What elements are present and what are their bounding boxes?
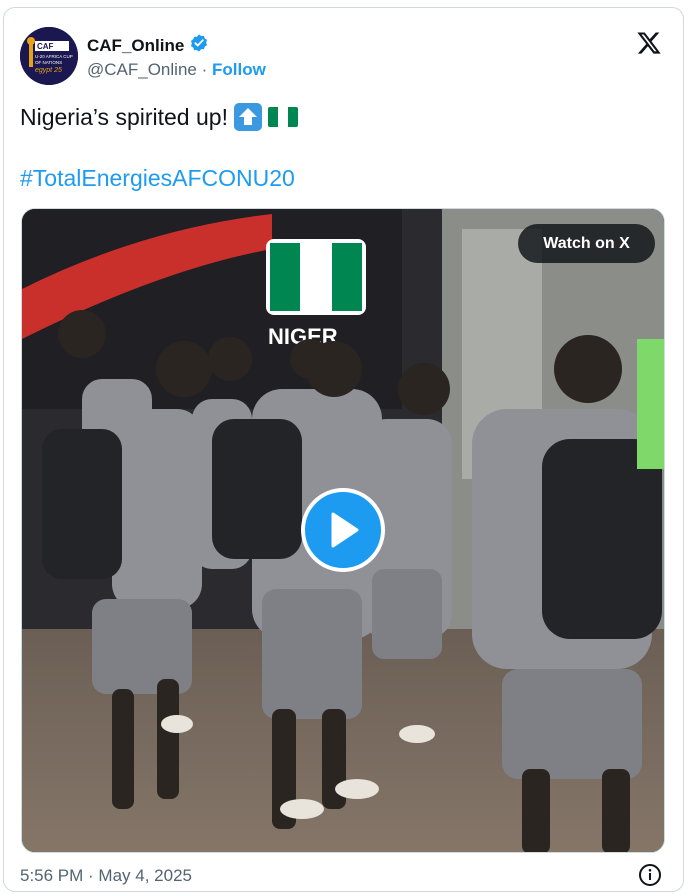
avatar-line-2: OF NATIONS [35,60,62,65]
author-display-name[interactable]: CAF_Online [87,36,184,56]
play-button[interactable] [301,488,385,572]
verified-badge-icon [189,33,209,58]
tweet-text: Nigeria’s spirited up! [20,103,228,130]
tweet-timestamp[interactable]: 5:56 PM · May 4, 2025 [20,866,192,886]
up-arrow-button-emoji-icon [233,103,262,131]
avatar-line-1: U-20 AFRICA CUP [35,54,73,59]
author-name-row: CAF_Online [87,33,209,58]
author-handle-row: @CAF_Online · Follow [87,60,266,80]
avatar-caf-text: CAF [37,42,54,51]
tweet-text-row: Nigeria’s spirited up! [20,103,298,131]
watch-on-x-button[interactable]: Watch on X [518,224,655,263]
x-logo-icon[interactable] [636,30,662,56]
handle-separator: · [201,60,208,79]
play-icon [331,512,359,548]
author-handle[interactable]: @CAF_Online [87,60,197,79]
hashtag-link[interactable]: #TotalEnergiesAFCONU20 [20,165,295,192]
nigeria-flag-emoji-icon [267,107,298,127]
info-icon[interactable] [638,863,662,887]
avatar[interactable]: CAF U-20 AFRICA CUP OF NATIONS egypt 25 [20,27,78,85]
follow-button[interactable]: Follow [212,60,266,79]
avatar-line-3: egypt 25 [35,67,62,74]
